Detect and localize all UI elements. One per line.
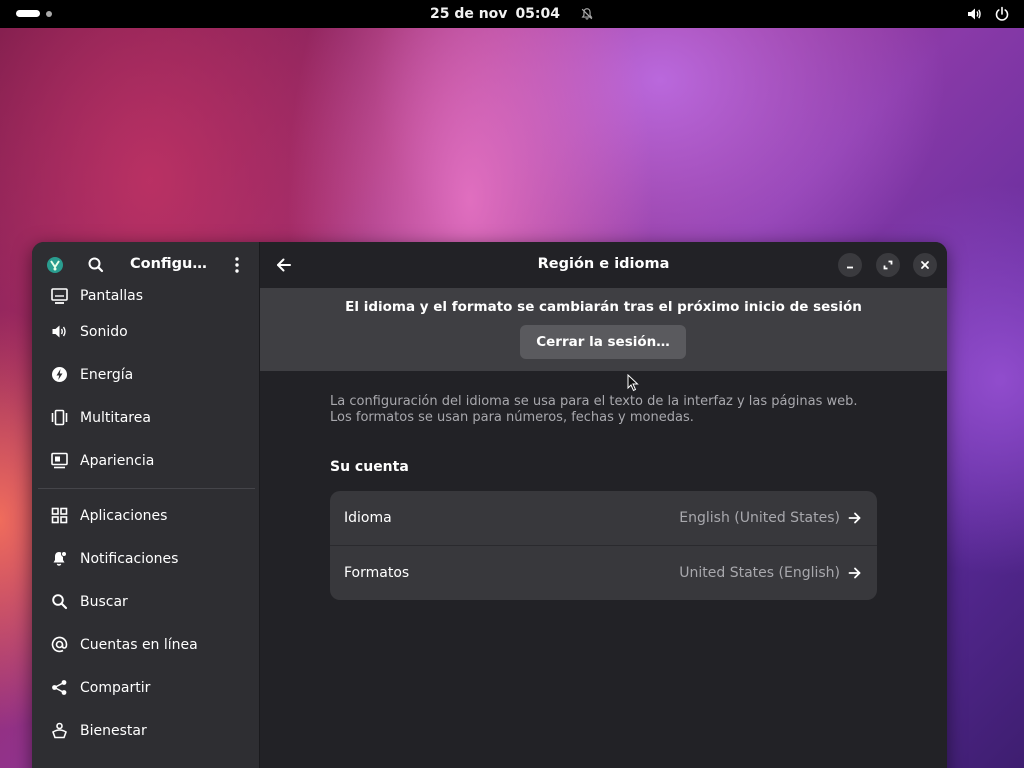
sidebar: Configu… Pantallas Sonido Energía Multit… bbox=[32, 242, 259, 768]
settings-app-icon bbox=[47, 257, 63, 273]
close-icon bbox=[921, 261, 929, 269]
language-row[interactable]: Idioma English (United States) bbox=[330, 491, 877, 545]
sidebar-item-multitarea[interactable]: Multitarea bbox=[32, 396, 259, 439]
speaker-icon bbox=[52, 325, 66, 338]
sidebar-item-label: Pantallas bbox=[80, 288, 143, 304]
wellbeing-icon bbox=[52, 722, 67, 739]
sidebar-header: Configu… bbox=[32, 242, 259, 288]
sidebar-item-label: Notificaciones bbox=[80, 550, 179, 567]
section-title: Su cuenta bbox=[330, 459, 409, 475]
formats-row[interactable]: Formatos United States (English) bbox=[330, 545, 877, 600]
sidebar-item-label: Aplicaciones bbox=[80, 507, 168, 524]
language-description: La configuración del idioma se usa para … bbox=[330, 394, 890, 426]
main-menu-icon[interactable] bbox=[228, 255, 246, 275]
clock-time: 05:04 bbox=[515, 6, 561, 22]
at-sign-icon bbox=[51, 636, 68, 653]
minimize-icon bbox=[847, 266, 853, 269]
clock-date: 25 de nov bbox=[429, 6, 508, 22]
workspace-active bbox=[16, 10, 40, 17]
sidebar-item-label: Sonido bbox=[80, 323, 128, 340]
minimize-button[interactable] bbox=[838, 253, 862, 277]
search-icon bbox=[52, 594, 68, 610]
sidebar-item-apariencia[interactable]: Apariencia bbox=[32, 439, 259, 482]
close-button[interactable] bbox=[913, 253, 937, 277]
sidebar-item-label: Compartir bbox=[80, 679, 151, 696]
search-icon[interactable] bbox=[86, 255, 106, 275]
logout-banner: El idioma y el formato se cambiarán tras… bbox=[260, 288, 947, 392]
multitask-icon bbox=[51, 409, 68, 426]
appearance-icon bbox=[51, 452, 68, 469]
row-value: English (United States) bbox=[679, 510, 840, 526]
sidebar-item-label: Cuentas en línea bbox=[80, 636, 198, 653]
settings-window: Configu… Pantallas Sonido Energía Multit… bbox=[32, 242, 947, 768]
logout-button[interactable]: Cerrar la sesión… bbox=[520, 325, 686, 359]
sidebar-separator bbox=[38, 488, 255, 489]
sidebar-item-label: Bienestar bbox=[80, 722, 147, 739]
clock[interactable]: 25 de nov 05:04 bbox=[430, 6, 594, 22]
apps-grid-icon bbox=[51, 507, 68, 524]
arrow-right-icon bbox=[848, 512, 861, 524]
sidebar-title: Configu… bbox=[130, 256, 207, 272]
arrow-right-icon bbox=[848, 567, 861, 579]
mouse-cursor-icon bbox=[627, 374, 639, 392]
workspace-inactive bbox=[46, 10, 52, 17]
banner-message: El idioma y el formato se cambiarán tras… bbox=[345, 299, 862, 315]
maximize-icon bbox=[883, 260, 893, 270]
description-line: La configuración del idioma se usa para … bbox=[330, 394, 858, 409]
power-bolt-icon bbox=[52, 367, 67, 382]
row-value: United States (English) bbox=[679, 565, 840, 581]
sidebar-item-energia[interactable]: Energía bbox=[32, 353, 259, 396]
sidebar-list: Pantallas Sonido Energía Multitarea Apar… bbox=[32, 288, 259, 752]
notifications-icon bbox=[53, 551, 67, 566]
share-icon bbox=[52, 680, 67, 695]
sidebar-item-label: Multitarea bbox=[80, 409, 151, 426]
sidebar-item-label: Buscar bbox=[80, 593, 128, 610]
account-settings-list: Idioma English (United States) Formatos … bbox=[330, 491, 877, 600]
volume-icon[interactable] bbox=[966, 6, 982, 22]
display-icon bbox=[51, 288, 68, 304]
sidebar-item-sonido[interactable]: Sonido bbox=[32, 310, 259, 353]
sidebar-item-compartir[interactable]: Compartir bbox=[32, 666, 259, 709]
power-icon[interactable] bbox=[994, 6, 1010, 22]
sidebar-item-label: Apariencia bbox=[80, 452, 155, 469]
header-bar: Región e idioma bbox=[260, 242, 947, 288]
row-label: Idioma bbox=[344, 510, 392, 526]
sidebar-item-buscar[interactable]: Buscar bbox=[32, 580, 259, 623]
row-label: Formatos bbox=[344, 565, 410, 581]
sidebar-item-pantallas[interactable]: Pantallas bbox=[32, 288, 259, 310]
activities-indicator[interactable] bbox=[16, 10, 52, 17]
sidebar-item-aplicaciones[interactable]: Aplicaciones bbox=[32, 494, 259, 537]
bell-off-icon bbox=[581, 8, 593, 20]
sidebar-item-cuentas-en-linea[interactable]: Cuentas en línea bbox=[32, 623, 259, 666]
sidebar-item-label: Energía bbox=[80, 366, 134, 383]
maximize-button[interactable] bbox=[876, 253, 900, 277]
sidebar-item-bienestar[interactable]: Bienestar bbox=[32, 709, 259, 752]
sidebar-item-notificaciones[interactable]: Notificaciones bbox=[32, 537, 259, 580]
description-line: Los formatos se usan para números, fecha… bbox=[330, 410, 694, 425]
top-bar: 25 de nov 05:04 bbox=[0, 0, 1024, 28]
content-pane: Región e idioma El idioma y el formato s… bbox=[259, 242, 947, 768]
